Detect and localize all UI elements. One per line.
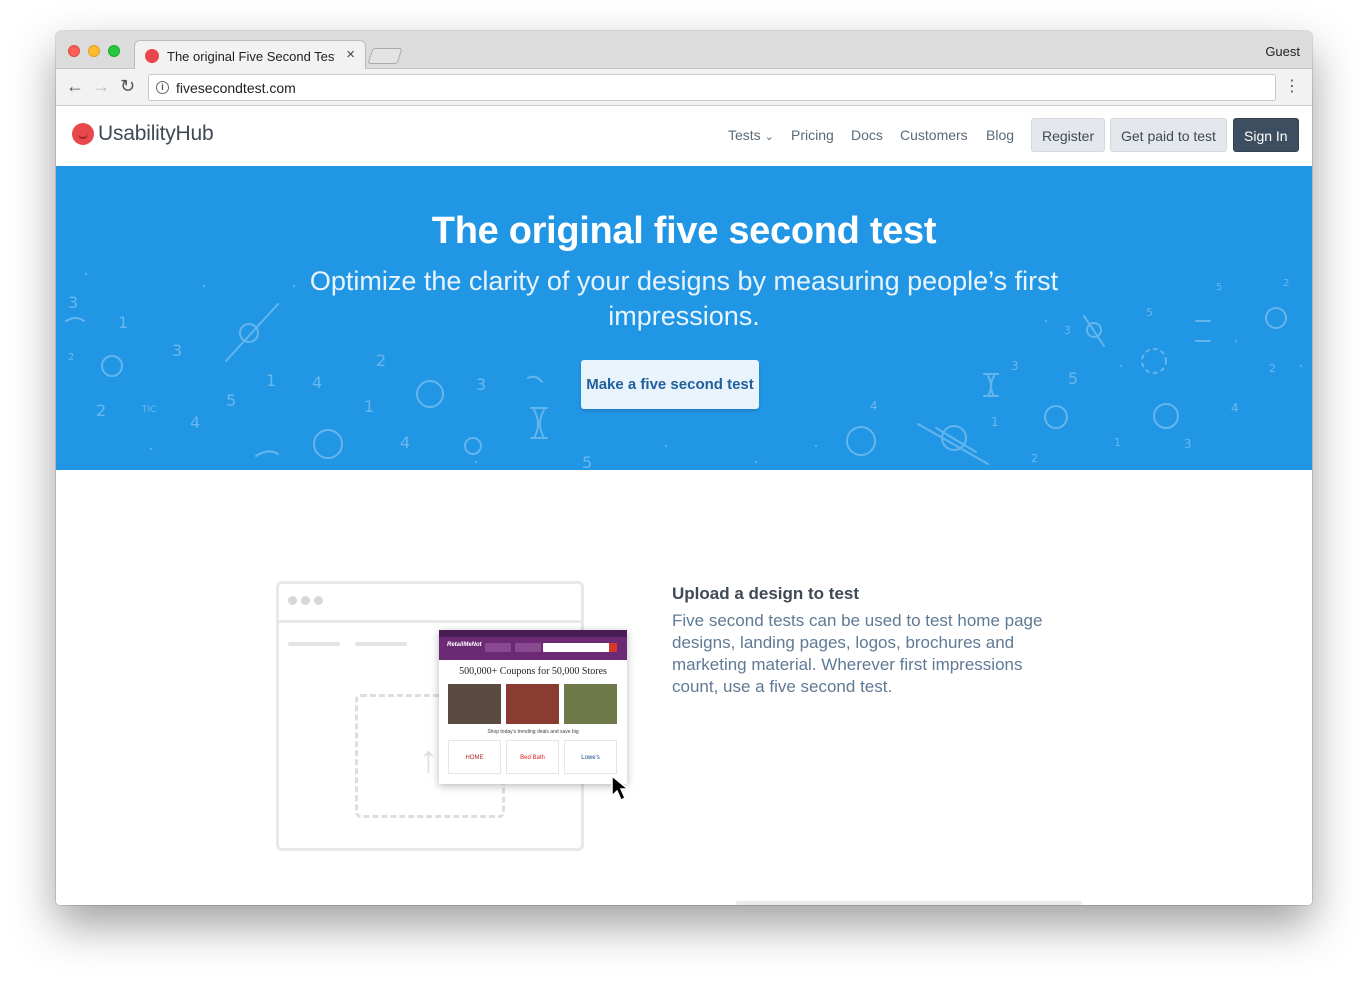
svg-text:TIC: TIC bbox=[141, 405, 156, 415]
browser-menu-icon[interactable]: ⋮ bbox=[1284, 77, 1300, 97]
svg-text:3: 3 bbox=[1064, 324, 1071, 337]
minimize-window-button[interactable] bbox=[88, 45, 100, 57]
svg-text:2: 2 bbox=[376, 351, 386, 370]
svg-text:3: 3 bbox=[476, 375, 486, 394]
clock-doodle-icon bbox=[416, 380, 444, 408]
thumbnail-logo: HOME bbox=[448, 740, 501, 774]
svg-text:3: 3 bbox=[68, 293, 78, 312]
usabilityhub-logo-icon[interactable] bbox=[72, 123, 94, 145]
url-text: fivesecondtest.com bbox=[176, 80, 296, 96]
profile-label[interactable]: Guest bbox=[1265, 44, 1300, 59]
close-window-button[interactable] bbox=[68, 45, 80, 57]
site-header: UsabilityHub Tests ⌄ Pricing Docs Custom… bbox=[56, 106, 1312, 166]
svg-text:3: 3 bbox=[1011, 359, 1019, 373]
hourglass-doodle-icon bbox=[530, 407, 548, 439]
make-test-button[interactable]: Make a five second test bbox=[581, 360, 759, 409]
upload-arrow-icon: ↑ bbox=[419, 739, 438, 781]
hero-title: The original five second test bbox=[431, 210, 937, 252]
browser-toolbar: ← → ↻ i fivesecondtest.com ⋮ bbox=[56, 69, 1312, 106]
watch-doodle-icon bbox=[917, 423, 989, 465]
svg-text:2: 2 bbox=[1031, 452, 1038, 465]
window-dots-icon bbox=[288, 596, 327, 605]
thumbnail-logo: Lowe's bbox=[564, 740, 617, 774]
arrow-doodle-icon bbox=[255, 450, 279, 457]
svg-text:1: 1 bbox=[1114, 436, 1121, 449]
clock-doodle-icon bbox=[101, 355, 123, 377]
get-paid-button[interactable]: Get paid to test bbox=[1110, 118, 1227, 152]
svg-text:2: 2 bbox=[1269, 362, 1276, 375]
svg-text:5: 5 bbox=[1146, 306, 1153, 319]
tab-title: The original Five Second Test bbox=[167, 49, 335, 64]
svg-text:1: 1 bbox=[364, 397, 374, 416]
browser-tab[interactable]: The original Five Second Test × bbox=[134, 40, 366, 70]
arrow-doodle-icon bbox=[527, 375, 543, 383]
hero-section: 3 1 3 2 5 4 1 3 4 5 2 1 TIC 4 2 5 3 5 4 … bbox=[56, 166, 1312, 470]
nav-blog[interactable]: Blog bbox=[986, 127, 1014, 143]
new-tab-button[interactable] bbox=[367, 48, 403, 64]
hero-subtitle: Optimize the clarity of your designs by … bbox=[309, 266, 1059, 331]
svg-text:3: 3 bbox=[172, 341, 182, 360]
svg-text:5: 5 bbox=[582, 453, 592, 470]
design-thumbnail: RetailMeNot 500,000+ Coupons for 50,000 … bbox=[439, 630, 627, 784]
clock-doodle-icon bbox=[1265, 307, 1287, 329]
hourglass-doodle-icon bbox=[983, 373, 999, 397]
stopwatch-doodle-icon bbox=[1153, 403, 1179, 429]
svg-text:3: 3 bbox=[1184, 437, 1192, 451]
svg-text:4: 4 bbox=[1231, 401, 1239, 415]
alarm-doodle-icon bbox=[846, 426, 876, 456]
svg-text:1: 1 bbox=[266, 371, 276, 390]
site-logo-text[interactable]: UsabilityHub bbox=[98, 122, 214, 146]
sign-in-button[interactable]: Sign In bbox=[1233, 118, 1299, 152]
hourglass-doodle-icon bbox=[1195, 320, 1211, 342]
svg-text:1: 1 bbox=[991, 415, 999, 429]
arrow-doodle-icon bbox=[65, 317, 85, 322]
tab-close-icon[interactable]: × bbox=[346, 46, 355, 63]
favicon-icon bbox=[145, 49, 159, 63]
reload-icon[interactable]: ↻ bbox=[120, 76, 135, 96]
thumbnail-image bbox=[506, 684, 559, 724]
svg-text:5: 5 bbox=[1216, 282, 1222, 293]
timer-doodle-icon bbox=[1141, 348, 1167, 374]
svg-text:4: 4 bbox=[190, 413, 200, 432]
nav-tests-label: Tests bbox=[728, 127, 761, 143]
svg-text:4: 4 bbox=[870, 399, 878, 413]
nav-docs[interactable]: Docs bbox=[851, 127, 883, 143]
thumbnail-image bbox=[448, 684, 501, 724]
svg-text:2: 2 bbox=[68, 352, 74, 363]
nav-customers[interactable]: Customers bbox=[900, 127, 968, 143]
alarm-doodle-icon bbox=[313, 429, 343, 459]
thumbnail-headline: 500,000+ Coupons for 50,000 Stores bbox=[459, 666, 607, 677]
svg-text:4: 4 bbox=[400, 433, 410, 452]
mouse-cursor-icon bbox=[611, 774, 631, 802]
next-section-edge bbox=[736, 901, 1082, 905]
clock-doodle-icon bbox=[1044, 405, 1068, 429]
register-button[interactable]: Register bbox=[1031, 118, 1106, 152]
nav-pricing[interactable]: Pricing bbox=[791, 127, 834, 143]
info-icon[interactable]: i bbox=[156, 81, 169, 94]
forward-arrow-icon[interactable]: → bbox=[92, 76, 110, 96]
feature-title: Upload a design to test bbox=[672, 584, 860, 603]
feature-description: Five second tests can be used to test ho… bbox=[672, 611, 1043, 696]
thumbnail-caption: Shop today's trending deals and save big bbox=[487, 729, 579, 735]
maximize-window-button[interactable] bbox=[108, 45, 120, 57]
svg-text:2: 2 bbox=[96, 401, 106, 420]
svg-text:5: 5 bbox=[1068, 369, 1078, 388]
svg-text:2: 2 bbox=[1283, 278, 1289, 289]
back-arrow-icon[interactable]: ← bbox=[66, 76, 84, 96]
svg-text:1: 1 bbox=[118, 313, 128, 332]
thumbnail-logo: Bed Bath bbox=[506, 740, 559, 774]
page-viewport: UsabilityHub Tests ⌄ Pricing Docs Custom… bbox=[56, 106, 1312, 905]
address-bar[interactable]: i fivesecondtest.com bbox=[148, 74, 1276, 101]
watch-doodle-icon bbox=[225, 303, 279, 362]
chevron-down-icon: ⌄ bbox=[764, 131, 774, 143]
browser-window: The original Five Second Test × Guest ← … bbox=[56, 31, 1312, 905]
thumbnail-brand: RetailMeNot bbox=[447, 642, 482, 648]
title-bar: The original Five Second Test × Guest bbox=[56, 31, 1312, 70]
thumbnail-image bbox=[564, 684, 617, 724]
svg-text:5: 5 bbox=[226, 391, 236, 410]
stopwatch-doodle-icon bbox=[464, 437, 482, 455]
svg-text:4: 4 bbox=[312, 373, 322, 392]
nav-tests[interactable]: Tests ⌄ bbox=[728, 127, 774, 143]
